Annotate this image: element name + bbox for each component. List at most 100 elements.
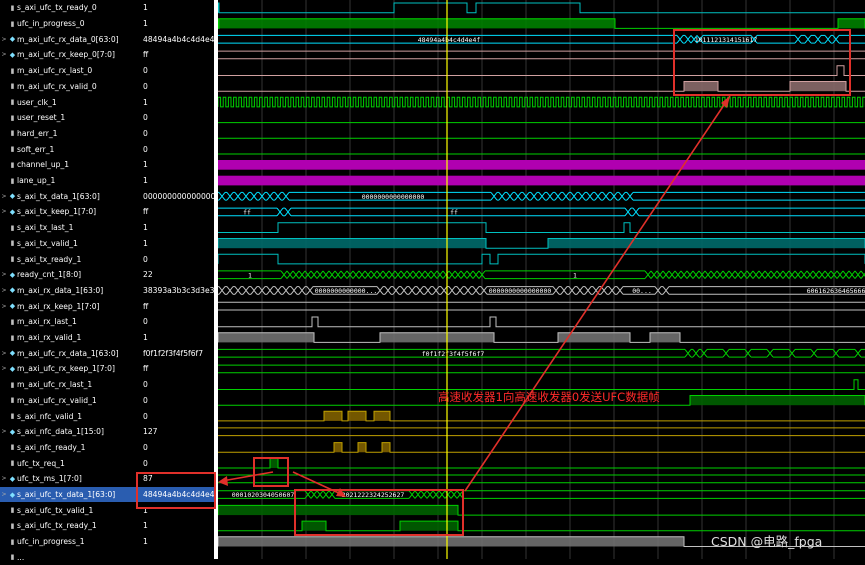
bus-transition: [243, 287, 249, 295]
bus-transition: [227, 287, 233, 295]
signal-row[interactable]: ▮ufc_tx_req_1: [0, 455, 140, 471]
signal-name: s_axi_nfc_data_1[15:0]: [17, 427, 104, 436]
signal-row[interactable]: >◆m_axi_ufc_rx_data_1[63:0]: [0, 345, 140, 361]
bus-transition: [579, 192, 585, 200]
signal-row[interactable]: ▮channel_up_1: [0, 157, 140, 173]
signal-row[interactable]: ▮s_axi_nfc_ready_1: [0, 440, 140, 456]
bit-signal-icon: ▮: [8, 98, 17, 106]
signal-row[interactable]: ▮lane_up_1: [0, 173, 140, 189]
bus-transition: [467, 271, 473, 279]
expand-arrow-icon[interactable]: >: [0, 350, 8, 357]
expand-arrow-icon[interactable]: >: [0, 208, 8, 215]
expand-arrow-icon[interactable]: >: [0, 51, 8, 58]
bus-transition: [227, 192, 233, 200]
signal-row[interactable]: >◆m_axi_rx_keep_1[7:0]: [0, 298, 140, 314]
signal-row[interactable]: ▮s_axi_nfc_valid_1: [0, 408, 140, 424]
signal-value: 0: [140, 440, 214, 456]
signal-row[interactable]: ▮m_axi_rx_valid_1: [0, 330, 140, 346]
signal-row[interactable]: >◆s_axi_nfc_data_1[15:0]: [0, 424, 140, 440]
signal-value: 38393a3b3c3d3e3f: [140, 283, 214, 299]
signal-row[interactable]: ▮m_axi_ufc_rx_valid_1: [0, 393, 140, 409]
signal-row[interactable]: >◆ready_cnt_1[8:0]: [0, 267, 140, 283]
bit-signal-icon: ▮: [8, 412, 17, 420]
signal-row[interactable]: >◆m_axi_ufc_rx_keep_0[7:0]: [0, 47, 140, 63]
bus-transition: [341, 271, 347, 279]
signal-row[interactable]: >◆m_axi_rx_data_1[63:0]: [0, 283, 140, 299]
bus-transition: [855, 349, 861, 357]
bus-transition: [473, 271, 479, 279]
signal-row[interactable]: ▮m_axi_ufc_rx_last_1: [0, 377, 140, 393]
signal-row[interactable]: ▮m_axi_rx_last_1: [0, 314, 140, 330]
signal-name: s_axi_nfc_valid_1: [17, 412, 82, 421]
signal-row[interactable]: >◆s_axi_ufc_tx_data_1[63:0]: [0, 487, 140, 503]
signal-row[interactable]: >◆m_axi_ufc_rx_keep_1[7:0]: [0, 361, 140, 377]
signal-name: m_axi_ufc_rx_last_1: [17, 380, 92, 389]
bit-signal-icon: ▮: [8, 381, 17, 389]
bus-transition: [771, 271, 777, 279]
bus-transition: [457, 287, 463, 295]
signal-value: 0: [140, 377, 214, 393]
signal-row[interactable]: ▮s_axi_tx_valid_1: [0, 236, 140, 252]
signal-row[interactable]: ▮s_axi_ufc_tx_ready_0: [0, 0, 140, 16]
bus-transition: [777, 271, 783, 279]
signal-value: 0: [140, 126, 214, 142]
signal-row[interactable]: >◆ufc_tx_ms_1[7:0]: [0, 471, 140, 487]
signal-row[interactable]: ▮s_axi_tx_ready_1: [0, 251, 140, 267]
bus-signal-icon: ◆: [8, 491, 17, 499]
signal-row[interactable]: ▮s_axi_ufc_tx_ready_1: [0, 518, 140, 534]
signal-row[interactable]: ▮...: [0, 550, 140, 565]
signal-row[interactable]: ▮user_reset_1: [0, 110, 140, 126]
bit-high: [358, 443, 366, 453]
signal-name: s_axi_ufc_tx_data_1[63:0]: [17, 490, 115, 499]
watermark: CSDN @电路_fpga: [711, 531, 822, 550]
bus-transition: [515, 192, 521, 200]
expand-arrow-icon[interactable]: >: [0, 491, 8, 498]
bus-transition: [359, 271, 365, 279]
signal-row[interactable]: ▮ufc_in_progress_1: [0, 534, 140, 550]
signal-row[interactable]: ▮user_clk_1: [0, 94, 140, 110]
bus-transition: [585, 287, 591, 295]
signal-row[interactable]: ▮soft_err_1: [0, 141, 140, 157]
bus-transition: [287, 271, 293, 279]
bus-transition: [795, 271, 801, 279]
signal-value: ff: [140, 361, 214, 377]
signal-row[interactable]: ▮ufc_in_progress_0: [0, 16, 140, 32]
signal-name: s_axi_tx_keep_1[7:0]: [17, 207, 96, 216]
bit-high: [380, 333, 494, 343]
signal-row[interactable]: ▮s_axi_tx_last_1: [0, 220, 140, 236]
bus-signal-icon: ◆: [8, 35, 17, 43]
signal-name: m_axi_ufc_rx_valid_1: [17, 396, 97, 405]
signal-row[interactable]: ▮s_axi_ufc_tx_valid_1: [0, 502, 140, 518]
signal-row[interactable]: ▮m_axi_ufc_rx_last_0: [0, 63, 140, 79]
bus-transition: [587, 192, 593, 200]
annotation-text: 高速收发器1向高速收发器0发送UFC数据帧: [438, 389, 660, 405]
bus-transition: [277, 208, 283, 216]
bus-transition: [633, 208, 639, 216]
expand-arrow-icon[interactable]: >: [0, 287, 8, 294]
expand-arrow-icon[interactable]: >: [0, 428, 8, 435]
bus-transition: [491, 192, 497, 200]
expand-arrow-icon[interactable]: >: [0, 365, 8, 372]
signal-value: ff: [140, 47, 214, 63]
bus-transition: [693, 349, 699, 357]
signal-value: 0: [140, 110, 214, 126]
signal-row[interactable]: ▮hard_err_1: [0, 126, 140, 142]
signal-row[interactable]: >◆s_axi_tx_data_1[63:0]: [0, 188, 140, 204]
bit-signal-icon: ▮: [8, 4, 17, 12]
lane-up-fill: [218, 176, 865, 186]
signal-row[interactable]: >◆m_axi_ufc_rx_data_0[63:0]: [0, 31, 140, 47]
bit-signal-icon: ▮: [8, 129, 17, 137]
expand-arrow-icon[interactable]: >: [0, 475, 8, 482]
expand-arrow-icon[interactable]: >: [0, 36, 8, 43]
bus-transition: [547, 192, 553, 200]
bus-transition: [663, 287, 669, 295]
bus-value-label: 48494a4b4c4d4e4f: [418, 36, 481, 44]
expand-arrow-icon[interactable]: >: [0, 303, 8, 310]
bus-transition: [687, 271, 693, 279]
expand-arrow-icon[interactable]: >: [0, 193, 8, 200]
signal-row[interactable]: ▮m_axi_ufc_rx_valid_0: [0, 79, 140, 95]
bus-transition: [275, 287, 281, 295]
bus-transition: [747, 271, 753, 279]
expand-arrow-icon[interactable]: >: [0, 271, 8, 278]
signal-row[interactable]: >◆s_axi_tx_keep_1[7:0]: [0, 204, 140, 220]
